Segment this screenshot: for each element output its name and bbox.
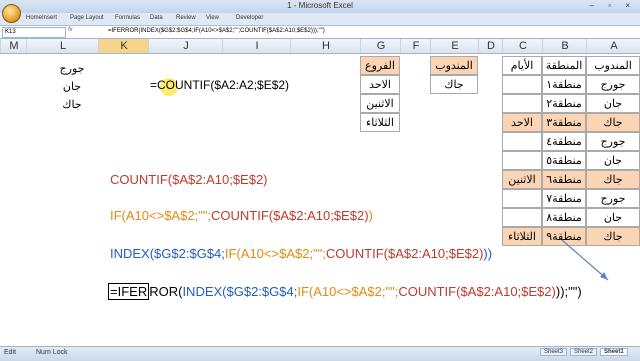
cell-l-3[interactable]: جاك [52, 96, 92, 114]
cell-formula-countif[interactable]: =COUNTIF($A2:A2;$E$2) [150, 78, 289, 92]
table-row-1-b[interactable]: منطقة١ [542, 75, 586, 94]
table-row-7-a[interactable]: جورج [586, 189, 640, 208]
table-row-6-b[interactable]: منطقة٦ [542, 170, 586, 189]
table-e-header[interactable]: المندوب [430, 56, 478, 75]
window-controls[interactable]: – ▫ × [590, 1, 636, 10]
cell-l-2[interactable]: جان [52, 78, 92, 96]
tab-view[interactable]: View [206, 15, 219, 21]
formula-step-4-index: INDEX($G$2:$G$4; [182, 284, 298, 299]
formula-input[interactable]: =IFERROR(INDEX($G$2:$G$4;IF(A10<>$A$2;""… [108, 27, 628, 36]
table-c-header[interactable]: الأيام [502, 56, 542, 75]
formula-step-4-if: IF(A10<>$A$2;""; [297, 284, 399, 299]
table-row-8-b[interactable]: منطقة٨ [542, 208, 586, 227]
formula-step-2-countif: COUNTIF($A$2:A10;$E$2) [211, 208, 369, 223]
col-header-k[interactable]: K [98, 39, 149, 53]
formula-step-4-ifer: =IFER [108, 283, 150, 300]
formula-step-3: INDEX($G$2:$G$4;IF(A10<>$A$2;"";COUNTIF(… [110, 246, 492, 261]
ribbon-tabs: Home Insert Page Layout Formulas Data Re… [0, 4, 640, 26]
table-row-2-a[interactable]: جان [586, 94, 640, 113]
status-numlock: Num Lock [36, 349, 68, 356]
formula-step-1: COUNTIF($A$2:A10;$E$2) [110, 172, 268, 187]
table-row-8-a[interactable]: جان [586, 208, 640, 227]
col-header-a[interactable]: A [586, 39, 640, 53]
tab-review[interactable]: Review [176, 15, 196, 21]
title-bar: 1 - Microsoft Excel – ▫ × [0, 0, 640, 13]
sheet-tab-3[interactable]: Sheet3 [540, 348, 568, 356]
name-box[interactable]: K13 [2, 27, 66, 38]
table-row-5-c[interactable] [502, 151, 542, 170]
formula-step-4-ror: ROR( [149, 284, 183, 299]
formula-step-3-if: IF(A10<>$A$2;""; [224, 246, 326, 261]
col-header-g[interactable]: G [360, 39, 401, 53]
tab-data[interactable]: Data [150, 15, 163, 21]
formula-step-4-close: ));"") [555, 284, 582, 299]
col-header-m[interactable]: M [0, 39, 27, 53]
table-row-6-c[interactable]: الاثنين [502, 170, 542, 189]
formula-step-2-close: ) [368, 208, 373, 223]
formula-step-2-if: IF(A10<>$A$2;""; [110, 208, 212, 223]
status-mode: Edit [4, 349, 17, 356]
fx-icon[interactable]: fx [68, 27, 102, 36]
formula-step-3-index: INDEX($G$2:$G$4; [110, 246, 225, 261]
tab-formulas[interactable]: Formulas [115, 15, 140, 21]
status-bar: Edit Num Lock Sheet3 Sheet2 Sheet1 [0, 346, 640, 361]
table-row-3-b[interactable]: منطقة٣ [542, 113, 586, 132]
table-row-9-b[interactable]: منطقة٩ [542, 227, 586, 246]
table-g-header[interactable]: الفروع [360, 56, 400, 75]
table-row-8-c[interactable] [502, 208, 542, 227]
tab-insert[interactable]: Insert [42, 15, 57, 21]
col-header-i[interactable]: I [222, 39, 291, 53]
sheet-tab-2[interactable]: Sheet2 [570, 348, 598, 356]
column-headers: M L K J I H G F E D C B A [0, 39, 640, 54]
window-title: 1 - Microsoft Excel [287, 1, 353, 10]
table-row-1-c[interactable] [502, 75, 542, 94]
col-header-f[interactable]: F [400, 39, 431, 53]
table-row-7-c[interactable] [502, 189, 542, 208]
table-g-row-3[interactable]: الثلاثاء [360, 113, 400, 132]
table-row-2-c[interactable] [502, 94, 542, 113]
tab-developer[interactable]: Developer [236, 15, 263, 21]
table-row-9-a[interactable]: جاك [586, 227, 640, 246]
table-row-5-a[interactable]: جان [586, 151, 640, 170]
col-header-e[interactable]: E [430, 39, 479, 53]
col-header-b[interactable]: B [542, 39, 587, 53]
col-header-j[interactable]: J [148, 39, 223, 53]
table-row-6-a[interactable]: جاك [586, 170, 640, 189]
table-g-row-1[interactable]: الاحد [360, 75, 400, 94]
table-a-header[interactable]: المندوب [586, 56, 640, 75]
table-row-2-b[interactable]: منطقة٢ [542, 94, 586, 113]
sheet-tab-1[interactable]: Sheet1 [600, 348, 628, 356]
table-b-header[interactable]: المنطقة [542, 56, 586, 75]
table-row-5-b[interactable]: منطقة٥ [542, 151, 586, 170]
tab-home[interactable]: Home [26, 15, 42, 21]
table-row-3-c[interactable]: الاحد [502, 113, 542, 132]
table-row-1-a[interactable]: جورج [586, 75, 640, 94]
table-row-9-c[interactable]: الثلاثاء [502, 227, 542, 246]
formula-step-3-countif: COUNTIF($A$2:A10;$E$2) [325, 246, 484, 261]
formula-step-2: IF(A10<>$A$2;"";COUNTIF($A$2:A10;$E$2)) [110, 208, 373, 223]
table-g-row-2[interactable]: الاثنين [360, 94, 400, 113]
formula-step-4-countif: COUNTIF($A$2:A10;$E$2) [398, 284, 556, 299]
table-row-4-a[interactable]: جورج [586, 132, 640, 151]
col-header-c[interactable]: C [502, 39, 543, 53]
cell-l-1[interactable]: جورج [52, 60, 92, 78]
office-button-icon[interactable] [2, 4, 21, 23]
formula-bar: K13 fx =IFERROR(INDEX($G$2:$G$4;IF(A10<>… [0, 26, 640, 39]
formula-step-3-close: )) [483, 246, 493, 261]
col-header-l[interactable]: L [26, 39, 99, 53]
col-header-d[interactable]: D [478, 39, 503, 53]
table-row-4-b[interactable]: منطقة٤ [542, 132, 586, 151]
table-row-3-a[interactable]: جاك [586, 113, 640, 132]
formula-step-4: =IFER ROR(INDEX($G$2:$G$4;IF(A10<>$A$2;""… [108, 283, 582, 300]
table-row-4-c[interactable] [502, 132, 542, 151]
table-row-7-b[interactable]: منطقة٧ [542, 189, 586, 208]
col-header-h[interactable]: H [290, 39, 361, 53]
table-e-row-1[interactable]: جاك [430, 75, 478, 94]
tab-page-layout[interactable]: Page Layout [70, 15, 104, 21]
